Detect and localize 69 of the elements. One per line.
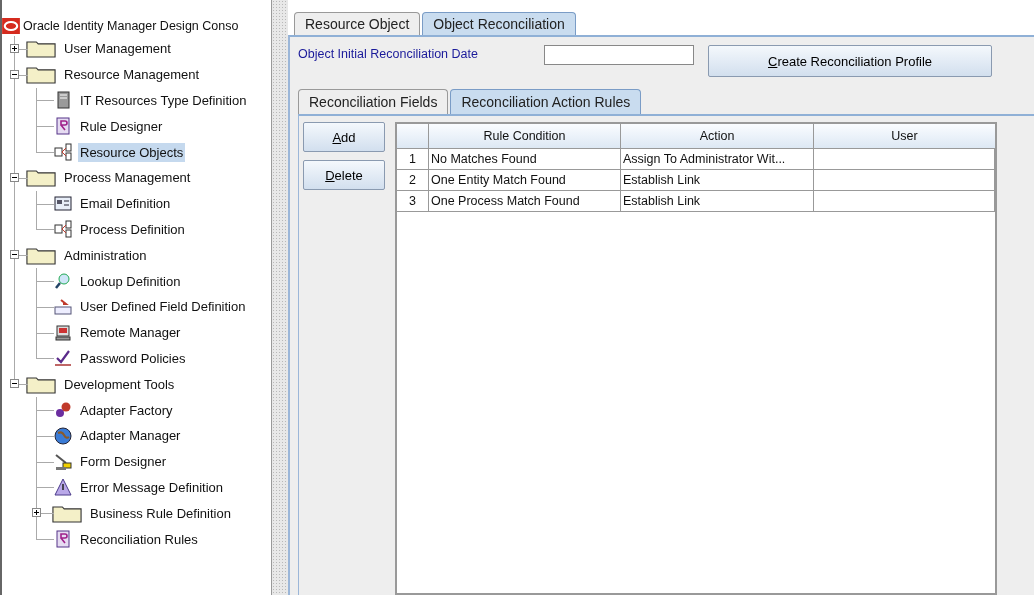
date-input-field[interactable] [544,45,694,65]
warning-icon [54,478,72,497]
gears-icon [54,401,72,420]
tab[interactable]: Reconciliation Fields [298,89,449,114]
collapse-icon[interactable] [10,379,19,389]
action-button[interactable]: Delete [303,160,385,190]
collapse-icon[interactable] [10,173,19,182]
action-button[interactable]: Add [303,122,385,152]
table-cell: Establish Link [621,191,814,212]
expand-icon[interactable] [10,44,19,53]
row-number: 3 [397,191,429,212]
tree-item[interactable]: Process Definition [78,219,187,239]
table-cell: No Matches Found [429,149,621,170]
row-number: 2 [397,170,429,191]
diagram-icon [54,143,72,162]
folder-icon [26,374,56,394]
field-label: Object Initial Reconciliation Date [298,47,479,61]
computer-icon [54,323,72,342]
tree-item[interactable]: Adapter Factory [78,400,175,420]
tab[interactable]: Object Reconciliation [422,12,576,35]
magnifier-icon [54,272,72,291]
folder-icon [26,65,56,85]
folder-icon [26,168,56,188]
tree-item[interactable]: User Defined Field Definition [78,297,248,317]
column-header[interactable]: Action [621,124,814,149]
tree-folder[interactable]: Development Tools [62,374,177,394]
window-title: Oracle Identity Manager Design Conso [23,19,239,33]
tree-folder[interactable]: Process Management [62,168,193,188]
folder-icon [26,245,56,265]
document-icon [54,530,72,549]
tree-item[interactable]: Adapter Manager [78,426,183,446]
document-icon [54,117,72,136]
collapse-icon[interactable] [10,250,19,260]
tree-item[interactable]: Form Designer [78,452,168,472]
tree-item[interactable]: Lookup Definition [78,271,183,291]
tree-item[interactable]: Error Message Definition [78,477,226,497]
table-cell: Establish Link [621,170,814,191]
server-icon [54,91,72,110]
splitter-handle[interactable] [272,0,288,595]
tree-item[interactable]: Reconciliation Rules [78,529,200,549]
tree-item[interactable]: Rule Designer [78,116,165,136]
column-header[interactable]: Rule Condition [429,124,621,149]
mail-card-icon [54,194,72,213]
tree-item[interactable]: Email Definition [78,194,173,214]
expand-icon[interactable] [32,508,41,518]
create-profile-button[interactable]: Create Reconciliation Profile [708,45,992,77]
globe-icon [54,426,72,445]
crane-icon [54,452,72,471]
tree-item[interactable]: IT Resources Type Definition [78,91,249,110]
folder-icon [52,503,82,523]
tree-item[interactable]: Remote Manager [78,323,183,343]
folder-icon [26,39,56,59]
collapse-icon[interactable] [10,69,19,79]
row-number: 1 [397,149,429,170]
tree-item[interactable]: Resource Objects [78,142,186,162]
field-icon [54,297,72,316]
tab[interactable]: Reconciliation Action Rules [450,89,642,114]
table-cell: One Entity Match Found [429,170,621,191]
column-header[interactable]: User [814,124,995,149]
tree-folder[interactable]: Resource Management [62,65,202,85]
checkmark-icon [54,349,72,368]
diagram-icon [54,220,72,239]
tree-item[interactable]: Password Policies [78,348,188,368]
table-cell: One Process Match Found [429,191,621,212]
tab[interactable]: Resource Object [294,12,421,35]
table-cell: Assign To Administrator Wit... [621,149,814,170]
tree-folder[interactable]: User Management [62,39,173,59]
tree-folder[interactable]: Administration [62,245,149,265]
tree-folder[interactable]: Business Rule Definition [88,503,233,523]
